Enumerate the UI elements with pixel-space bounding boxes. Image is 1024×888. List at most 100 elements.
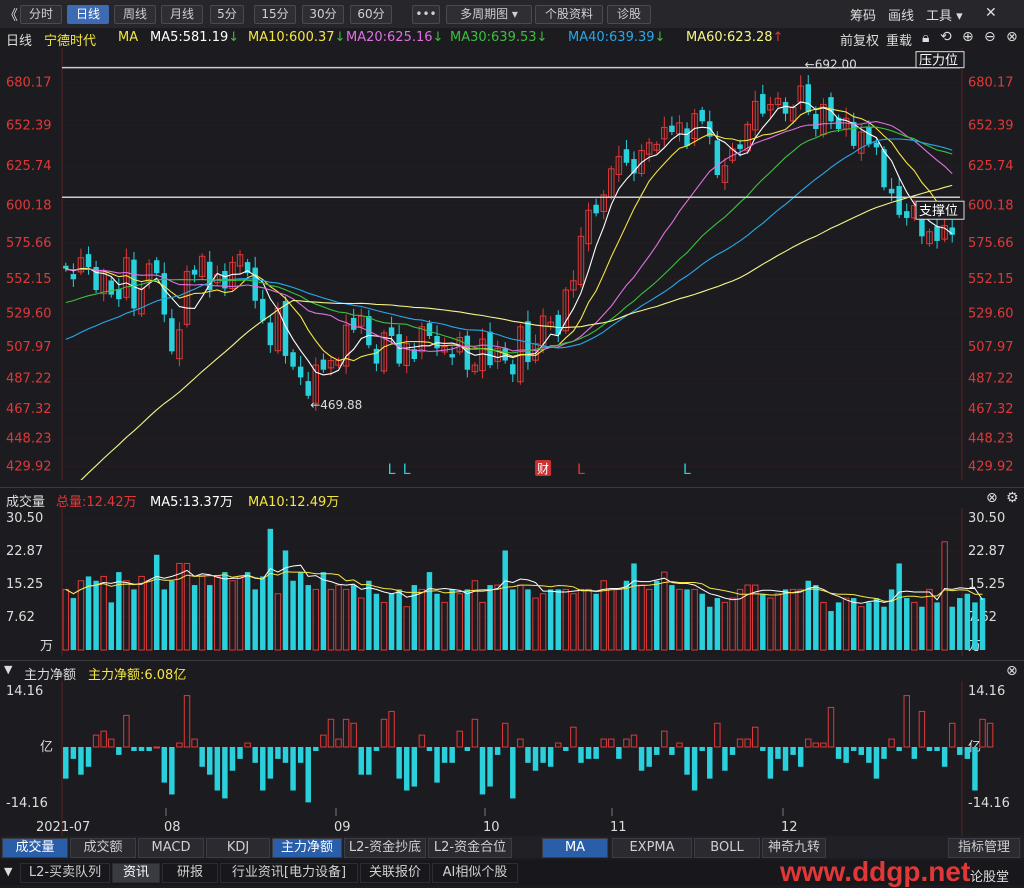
collapse-icon[interactable]: 《 (4, 5, 18, 25)
indicator-tab[interactable]: 主力净额 (272, 838, 342, 858)
volume-bar (842, 597, 850, 651)
netflow-bar (63, 747, 69, 779)
draw-line-button[interactable]: 画线 (888, 5, 914, 24)
indicator-tab[interactable]: 成交量 (2, 838, 68, 858)
chevron-down-icon[interactable]: ▼ (4, 865, 12, 878)
volume-bar (260, 576, 266, 650)
netflow-bar (123, 714, 130, 748)
forum-link[interactable]: 论股堂 (970, 866, 1009, 885)
ma-type-tab[interactable]: MA (542, 838, 608, 858)
footer-tab[interactable]: 关联报价 (360, 863, 430, 883)
indicator-manage-button[interactable]: 指标管理 (948, 838, 1020, 858)
undo-icon[interactable]: ⟲ (940, 29, 952, 45)
period-tab[interactable]: 15分 (254, 5, 296, 24)
volume-bar (699, 593, 705, 650)
netflow-bar (986, 722, 994, 748)
netflow-bar (593, 747, 599, 759)
volume-bar (479, 601, 486, 651)
more-button[interactable]: ••• (412, 5, 440, 24)
volume-bar (760, 593, 766, 650)
y-tick-label-right: 467.32 (968, 402, 1014, 417)
candlestick-chart[interactable]: 680.17 680.17 652.39 652.39 625.74 625.74 600.… (0, 48, 1024, 480)
y-tick-label-left: 亿 (40, 740, 53, 755)
volume-chart[interactable]: 30.5030.5022.8722.8715.2515.257.627.62万万 (0, 508, 1024, 656)
trend-arrow: ↑ (772, 30, 784, 45)
volume-bar (615, 588, 623, 651)
netflow-bar (676, 742, 683, 748)
close-icon[interactable]: ✕ (985, 5, 997, 21)
volume-bar (312, 588, 320, 651)
candle-body-down (267, 322, 274, 346)
add-icon[interactable]: ⊕ (962, 29, 974, 45)
close-icon[interactable]: ⊗ (986, 490, 998, 506)
volume-bar (752, 584, 759, 651)
lock-icon[interactable]: 🔒︎ (922, 30, 929, 46)
volume-bar (358, 597, 365, 651)
x-tick-label: 11 (610, 820, 627, 835)
indicator-tab[interactable]: MACD (138, 838, 204, 858)
period-tab[interactable]: 日线 (67, 5, 109, 24)
netflow-bar (464, 747, 471, 751)
volume-bar (934, 602, 940, 650)
volume-bar (593, 593, 599, 650)
close-icon[interactable]: ⊗ (1006, 663, 1018, 679)
netflow-bar (760, 747, 766, 751)
trend-arrow: ↓ (228, 30, 240, 45)
y-tick-label-right: 529.60 (968, 307, 1014, 322)
footer-tab[interactable]: L2-买卖队列 (20, 863, 110, 883)
netflow-bar (707, 747, 713, 779)
period-tab[interactable]: 周线 (114, 5, 156, 24)
netflow-bar (669, 747, 675, 755)
multi-period-dropdown[interactable]: 多周期图 ▾ (446, 5, 532, 24)
netflow-bar (532, 747, 539, 771)
ma-type-tab[interactable]: 神奇九转 (762, 838, 826, 858)
ma-type-tab[interactable]: BOLL (694, 838, 760, 858)
indicator-tab[interactable]: L2-资金抄底 (344, 838, 426, 858)
netflow-chart[interactable]: 14.1614.16亿亿-14.16-14.162021-07080910111… (0, 681, 1024, 836)
period-tab[interactable]: 月线 (161, 5, 203, 24)
volume-bar (570, 593, 577, 651)
minus-icon[interactable]: ⊖ (984, 29, 996, 45)
netflow-bar (767, 747, 774, 779)
earnings-marker: 财 (537, 462, 549, 476)
volume-bar (335, 584, 342, 651)
footer-tab[interactable]: 行业资讯[电力设备] (220, 863, 358, 883)
chips-button[interactable]: 筹码 (850, 5, 876, 24)
y-tick-label-right: 600.18 (968, 198, 1014, 213)
netflow-bar (380, 718, 388, 748)
footer-tab[interactable]: 资讯 (112, 863, 160, 883)
period-tab[interactable]: 60分 (350, 5, 392, 24)
netflow-bar (487, 747, 493, 787)
tools-dropdown[interactable]: 工具 ▾ (926, 5, 963, 24)
diagnose-button[interactable]: 诊股 (607, 5, 651, 24)
reload-button[interactable]: 重载 (886, 30, 912, 49)
footer-tab[interactable]: 研报 (162, 863, 218, 883)
indicator-tab[interactable]: KDJ (206, 838, 270, 858)
volume-bar (873, 598, 880, 650)
volume-bar (116, 572, 122, 650)
stock-info-button[interactable]: 个股资料 (535, 5, 603, 24)
netflow-bar (161, 747, 168, 783)
period-tab[interactable]: 分时 (20, 5, 62, 24)
period-tab[interactable]: 30分 (302, 5, 344, 24)
indicator-tab[interactable]: 成交额 (70, 838, 136, 858)
gear-icon[interactable]: ⚙ (1006, 490, 1019, 506)
volume-bar (608, 588, 615, 651)
chevron-down-icon[interactable]: ▼ (4, 663, 12, 676)
volume-bar (767, 597, 774, 651)
netflow-bar (926, 747, 933, 751)
ma-type-tab[interactable]: EXPMA (612, 838, 692, 858)
footer-tab[interactable]: AI相似个股 (432, 863, 518, 883)
netflow-bar (441, 747, 448, 763)
candle-body-down (63, 265, 69, 269)
period-tab[interactable]: 5分 (210, 5, 244, 24)
netflow-bar (267, 747, 274, 779)
indicator-tab[interactable]: L2-资金合位 (428, 838, 512, 858)
volume-bar (957, 598, 963, 650)
close-icon[interactable]: ⊗ (1006, 29, 1018, 45)
netflow-bar (850, 747, 857, 751)
adjust-dropdown[interactable]: 前复权 (840, 30, 879, 49)
netflow-bar (608, 738, 615, 748)
volume-bar (585, 588, 592, 651)
netflow-bar (714, 722, 721, 748)
